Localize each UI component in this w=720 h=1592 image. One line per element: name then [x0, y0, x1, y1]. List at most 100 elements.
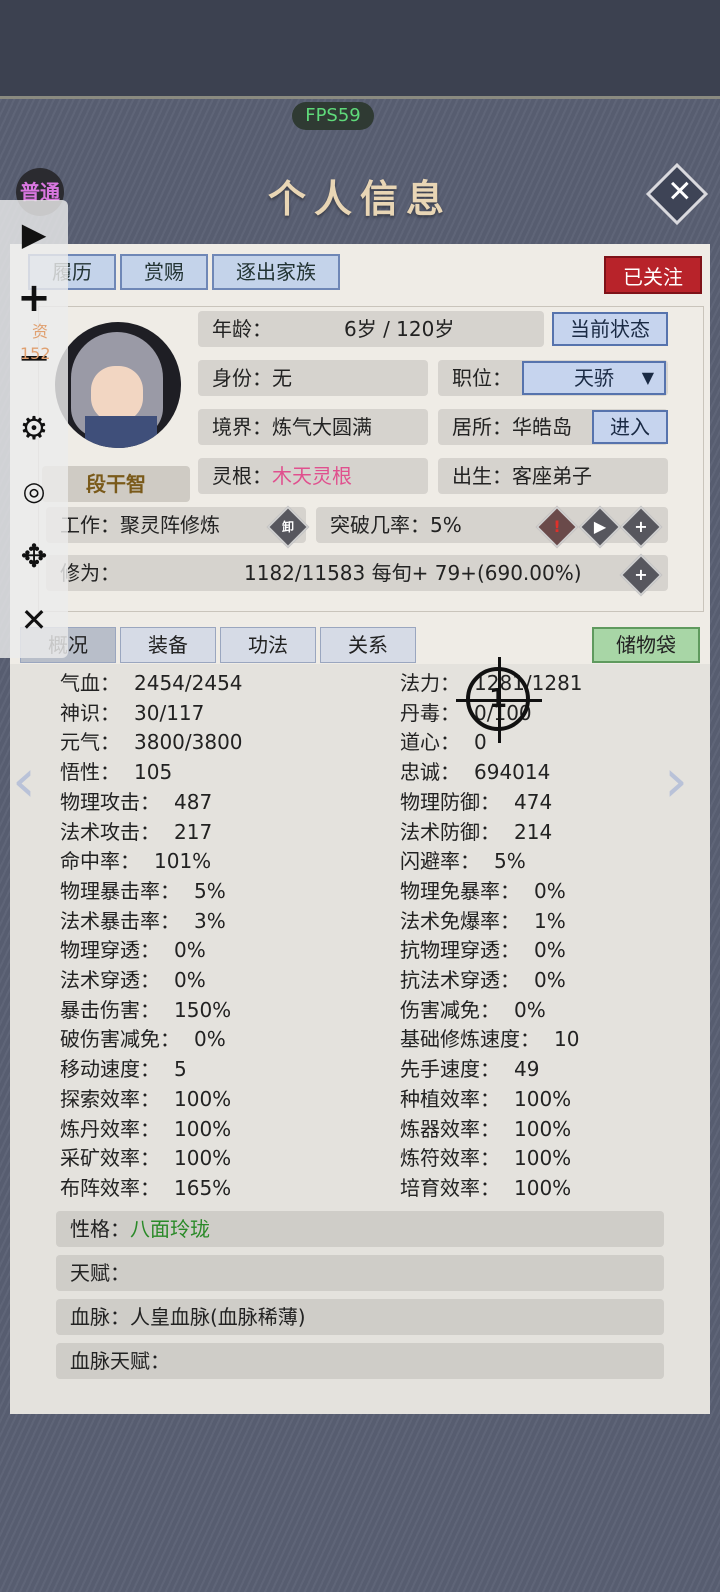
birth-value: 客座弟子 — [512, 464, 592, 488]
current-status-button[interactable]: 当前状态 — [552, 312, 668, 346]
root-value: 木天灵根 — [272, 464, 352, 488]
tab-relations[interactable]: 关系 — [320, 627, 416, 663]
root-row: 灵根：木天灵根 — [198, 458, 428, 494]
stat-label: 抗法术穿透： — [400, 968, 520, 992]
tap-target-marker: 1 — [456, 657, 542, 743]
stat-label: 种植效率： — [400, 1086, 500, 1111]
exclamation-icon: ! — [553, 517, 561, 536]
personality-label: 性格： — [70, 1217, 130, 1241]
stat-value: 0% — [194, 1027, 226, 1052]
top-tabs: 履历 赏赐 逐出家族 — [28, 254, 340, 290]
side-value: 152 — [20, 344, 51, 363]
stat-label: 丹毒： — [400, 700, 460, 725]
stat-value: 5% — [494, 849, 526, 874]
talent-label: 天赋： — [70, 1261, 130, 1285]
unload-icon: 卸 — [281, 520, 294, 534]
personality-value: 八面玲珑 — [130, 1217, 210, 1241]
storage-bag-button[interactable]: 储物袋 — [592, 627, 700, 663]
personality-bar: 性格：八面玲珑 — [56, 1211, 664, 1247]
stat-label: 培育效率： — [400, 1175, 500, 1200]
stat-value: 100% — [174, 1116, 232, 1141]
stat-value: 0% — [174, 938, 206, 963]
play-icon[interactable]: ▶ — [14, 214, 54, 254]
tab-skills[interactable]: 功法 — [220, 627, 316, 663]
age-label: 年龄： — [212, 317, 272, 341]
stat-label: 法术穿透： — [60, 968, 160, 992]
stat-label: 法术攻击： — [60, 819, 160, 844]
move-icon[interactable]: ✥ — [14, 536, 54, 576]
stat-value: 49 — [514, 1057, 540, 1082]
age-row: 年龄： 6岁 / 120岁 — [198, 311, 544, 347]
avatar[interactable] — [55, 322, 181, 448]
tab-equipment[interactable]: 装备 — [120, 627, 216, 663]
left-arrow-icon[interactable]: ‹ — [12, 746, 36, 816]
stat-label: 抗物理穿透： — [400, 938, 520, 963]
stat-label: 物理攻击： — [60, 789, 160, 814]
stat-label: 气血： — [60, 671, 120, 695]
stat-value: 100% — [514, 1175, 572, 1200]
stat-value: 0% — [534, 878, 566, 903]
position-select[interactable]: 天骄 ▼ — [522, 361, 666, 395]
mid-tabs: 概况 装备 功法 关系 — [20, 627, 416, 663]
root-label: 灵根： — [212, 464, 272, 488]
stat-value: 165% — [174, 1175, 232, 1200]
bloodline-value: 人皇血脉(血脉稀薄) — [130, 1305, 306, 1329]
tab-reward[interactable]: 赏赐 — [120, 254, 208, 290]
age-value: 6岁 / 120岁 — [344, 317, 455, 341]
stat-label: 元气： — [60, 730, 120, 755]
breakthrough-value: 5% — [430, 513, 462, 537]
stat-label: 忠诚： — [400, 760, 460, 785]
stat-label: 物理穿透： — [60, 938, 160, 963]
tab-expel[interactable]: 逐出家族 — [212, 254, 340, 290]
stat-label: 神识： — [60, 700, 120, 725]
stat-value: 217 — [174, 819, 213, 844]
stat-value: 474 — [514, 789, 553, 814]
stat-label: 移动速度： — [60, 1057, 160, 1082]
target-number: 1 — [488, 684, 508, 714]
breakthrough-label: 突破几率： — [330, 513, 430, 537]
stat-value: 100% — [514, 1146, 572, 1171]
stat-label: 悟性： — [60, 760, 120, 785]
plus-icon: + — [634, 565, 648, 584]
stat-value: 5 — [174, 1057, 187, 1082]
play-icon: ▶ — [593, 517, 607, 536]
cultivation-row: 修为： 1182/11583 每旬+ 79+(690.00%) — [46, 555, 668, 591]
stat-value: 5% — [194, 878, 226, 903]
realm-row: 境界：炼气大圆满 — [198, 409, 428, 445]
follow-button[interactable]: 已关注 — [604, 256, 702, 294]
stat-label: 先手速度： — [400, 1057, 500, 1082]
top-bar — [0, 0, 720, 99]
stat-value: 101% — [154, 849, 212, 874]
close-icon[interactable]: ✕ — [14, 600, 54, 640]
gear-icon[interactable]: ⚙ — [14, 408, 54, 448]
stat-label: 物理暴击率： — [60, 878, 180, 903]
stat-label: 破伤害减免： — [60, 1027, 180, 1052]
stat-label: 采矿效率： — [60, 1146, 160, 1171]
plus-icon[interactable]: + — [14, 278, 54, 318]
stat-value: 3800/3800 — [134, 730, 243, 755]
eye-off-icon[interactable]: ◎ — [14, 472, 54, 512]
talent-bar: 天赋： — [56, 1255, 664, 1291]
stat-label: 物理防御： — [400, 789, 500, 814]
stat-label: 炼符效率： — [400, 1146, 500, 1171]
cultivation-label: 修为： — [60, 561, 120, 585]
cultivation-value: 1182/11583 每旬+ 79+(690.00%) — [244, 561, 582, 585]
chevron-down-icon: ▼ — [641, 368, 654, 387]
stat-value: 100% — [514, 1116, 572, 1141]
stat-value: 30/117 — [134, 700, 205, 725]
right-arrow-icon[interactable]: › — [664, 746, 688, 816]
stat-label: 道心： — [400, 730, 460, 755]
residence-value: 华皓岛 — [512, 415, 572, 439]
identity-row: 身份：无 — [198, 360, 428, 396]
stat-value: 10 — [554, 1027, 580, 1052]
bloodline-talent-label: 血脉天赋： — [70, 1349, 170, 1373]
stat-value: 0% — [174, 968, 206, 992]
birth-label: 出生： — [452, 464, 512, 488]
position-value: 天骄 — [574, 366, 614, 390]
stat-label: 基础修炼速度： — [400, 1027, 540, 1052]
bloodline-talent-bar: 血脉天赋： — [56, 1343, 664, 1379]
stat-label: 命中率： — [60, 849, 140, 874]
stat-label: 法力： — [400, 671, 460, 695]
enter-button[interactable]: 进入 — [592, 410, 668, 444]
stat-value: 0% — [534, 938, 566, 963]
